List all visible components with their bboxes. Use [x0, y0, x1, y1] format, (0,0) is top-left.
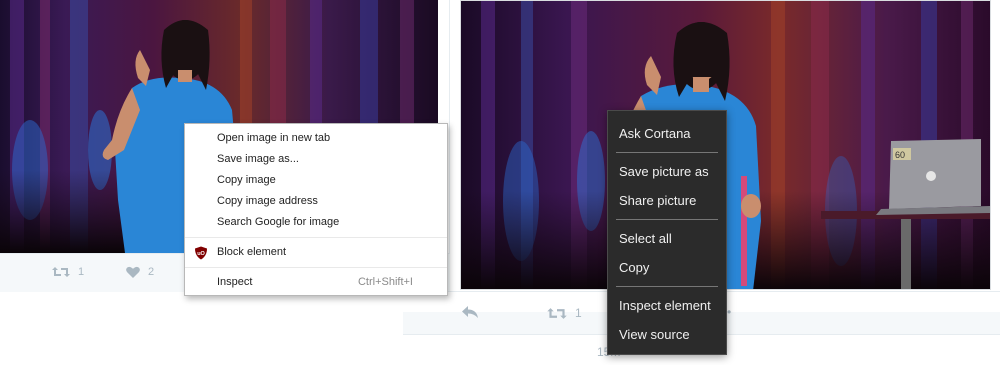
menu-separator [616, 219, 718, 220]
retweet-icon [547, 307, 567, 319]
menu-item-save-picture-as[interactable]: Save picture as [608, 157, 726, 186]
menu-item-select-all[interactable]: Select all [608, 224, 726, 253]
heart-icon [126, 266, 140, 278]
menu-item-inspect[interactable]: Inspect Ctrl+Shift+I [185, 272, 447, 293]
menu-item-ask-cortana[interactable]: Ask Cortana [608, 119, 726, 148]
inspect-label: Inspect [217, 276, 253, 288]
more-dots-icon: • [727, 305, 732, 319]
chrome-context-menu: Open image in new tab Save image as... C… [184, 123, 448, 296]
block-element-label: Block element [217, 246, 287, 258]
menu-item-copy-image[interactable]: Copy image [185, 170, 447, 191]
menu-item-view-source[interactable]: View source [608, 320, 726, 349]
menu-item-inspect-element[interactable]: Inspect element [608, 291, 726, 320]
menu-item-copy[interactable]: Copy [608, 253, 726, 282]
retweet-action-left[interactable]: 1 [52, 266, 84, 278]
reply-icon [462, 306, 478, 318]
menu-item-search-google-image[interactable]: Search Google for image [185, 212, 447, 233]
more-action-right[interactable]: • [727, 305, 731, 319]
retweet-icon [52, 267, 70, 277]
like-count: 2 [148, 266, 155, 278]
menu-item-save-image-as[interactable]: Save image as... [185, 149, 447, 170]
menu-separator [185, 237, 447, 238]
edge-context-menu: Ask Cortana Save picture as Share pictur… [607, 110, 727, 355]
menu-item-open-image-new-tab[interactable]: Open image in new tab [185, 128, 447, 149]
menu-item-block-element[interactable]: uO Block element [185, 242, 447, 263]
screenshot-stage: 1 2 60 1 • Open image in new tab Save im… [0, 0, 1000, 365]
inspect-shortcut: Ctrl+Shift+I [357, 276, 413, 288]
laptop-sticker: 60 [895, 150, 905, 160]
menu-item-share-picture[interactable]: Share picture [608, 186, 726, 215]
menu-separator [616, 152, 718, 153]
menu-item-copy-image-address[interactable]: Copy image address [185, 191, 447, 212]
reply-action-right[interactable] [461, 305, 479, 319]
retweet-action-right[interactable]: 1 [547, 306, 582, 320]
menu-separator [616, 286, 718, 287]
retweet-count-right: 1 [575, 306, 582, 320]
like-action-left[interactable]: 2 [126, 266, 154, 278]
retweet-count: 1 [78, 266, 85, 278]
ublock-shield-icon: uO [195, 246, 207, 260]
menu-separator [185, 267, 447, 268]
ublock-icon-label: uO [197, 251, 205, 257]
